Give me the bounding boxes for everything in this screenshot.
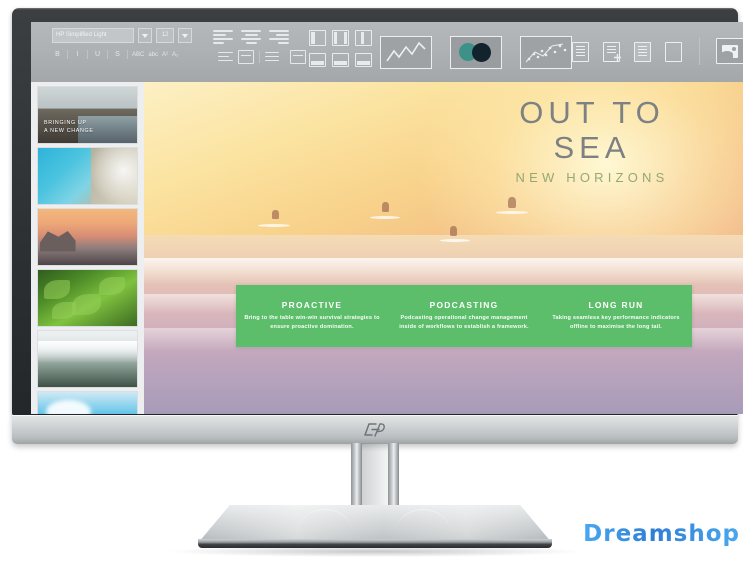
surfboard bbox=[370, 216, 400, 219]
chart-toolbar-group bbox=[380, 36, 572, 69]
font-name-dropdown[interactable] bbox=[138, 28, 153, 43]
wave bbox=[144, 257, 743, 285]
align-center-icon[interactable] bbox=[241, 30, 261, 44]
content-column: PROACTIVE Bring to the table win-win sur… bbox=[242, 300, 382, 332]
list-item[interactable] bbox=[38, 270, 137, 326]
line-chart-glyph bbox=[386, 41, 426, 62]
indent-decrease-icon[interactable] bbox=[213, 51, 233, 64]
list-item[interactable] bbox=[38, 331, 137, 387]
strikethrough-button[interactable]: S bbox=[112, 49, 123, 60]
hp-logo-icon bbox=[362, 422, 388, 438]
scatter-chart-glyph bbox=[525, 43, 567, 63]
slide-subtitle: NEW HORIZONS bbox=[515, 170, 669, 186]
toolbar-divider bbox=[127, 50, 128, 59]
plus-icon bbox=[614, 53, 621, 61]
font-size-input[interactable]: 12 bbox=[156, 28, 175, 43]
toolbar-divider bbox=[107, 50, 108, 59]
surfer-figure bbox=[508, 197, 516, 208]
font-name-input[interactable]: HP Simplified Light bbox=[52, 28, 135, 43]
scatter-chart-icon[interactable] bbox=[520, 36, 572, 69]
surfer-figure bbox=[450, 226, 457, 236]
surfboard bbox=[496, 211, 528, 214]
monitor-chin bbox=[12, 415, 738, 444]
document-blank-icon[interactable] bbox=[664, 41, 683, 62]
drop-shadow bbox=[170, 546, 580, 557]
hp-monitor: HP Simplified Light 12 B I U S ABC abc A… bbox=[0, 0, 750, 581]
slide-canvas[interactable]: OUT TO SEA NEW HORIZONS PROACTIVE Bring … bbox=[144, 82, 743, 414]
subscript-button[interactable]: A₂ bbox=[172, 52, 178, 58]
line-chart-icon[interactable] bbox=[380, 36, 432, 69]
slide-content-banner[interactable]: PROACTIVE Bring to the table win-win sur… bbox=[236, 285, 692, 347]
align-right-icon[interactable] bbox=[269, 30, 289, 44]
align-left-icon[interactable] bbox=[213, 30, 233, 44]
list-item[interactable]: BRINGING UP A NEW CHANGE bbox=[38, 87, 137, 143]
page-title: OUT TO bbox=[519, 95, 665, 130]
image-icon[interactable] bbox=[716, 38, 743, 64]
column-heading: PROACTIVE bbox=[281, 299, 343, 310]
monitor-base bbox=[198, 505, 552, 551]
document-add-icon[interactable] bbox=[602, 41, 621, 62]
surfboard bbox=[258, 224, 290, 227]
column-heading: LONG RUN bbox=[588, 299, 644, 310]
monitor-screen: HP Simplified Light 12 B I U S ABC abc A… bbox=[31, 22, 743, 414]
page-title-second-line: SEA bbox=[553, 129, 631, 165]
document-notes-icon[interactable] bbox=[571, 41, 590, 62]
column-body: Bring to the table win-win survival stra… bbox=[244, 314, 380, 330]
column-body: Podcasting operational change management… bbox=[399, 314, 529, 330]
column-body: Taking seamless key performance indicato… bbox=[552, 314, 680, 330]
toolbar-divider bbox=[87, 50, 88, 59]
font-size-dropdown[interactable] bbox=[178, 28, 192, 43]
thumbnail-caption: BRINGING UP A NEW CHANGE bbox=[44, 120, 94, 135]
app-toolbar: HP Simplified Light 12 B I U S ABC abc A… bbox=[31, 22, 743, 82]
list-item[interactable] bbox=[38, 148, 137, 204]
dark-circle-icon bbox=[472, 43, 491, 62]
spellcheck-button[interactable]: ABC bbox=[132, 52, 144, 58]
presentation-app: HP Simplified Light 12 B I U S ABC abc A… bbox=[31, 22, 743, 414]
spellcheck-off-button[interactable]: abc bbox=[148, 52, 158, 58]
alignment-toolbar-group bbox=[213, 30, 306, 64]
photo-glyph bbox=[722, 44, 738, 58]
list-item[interactable] bbox=[38, 392, 137, 414]
underline-button[interactable]: U bbox=[92, 49, 103, 60]
toolbar-divider bbox=[699, 37, 700, 65]
toolbar-divider bbox=[67, 50, 68, 59]
layout-caption-c-icon[interactable] bbox=[355, 53, 372, 67]
layout-two-icon[interactable] bbox=[332, 30, 349, 46]
content-column: PODCASTING Podcasting operational change… bbox=[394, 300, 534, 332]
slide-title-block[interactable]: OUT TO SEA NEW HORIZONS bbox=[467, 95, 717, 186]
content-column: LONG RUN Taking seamless key performance… bbox=[546, 300, 686, 332]
layout-caption-a-icon[interactable] bbox=[309, 53, 326, 67]
layout-caption-b-icon[interactable] bbox=[332, 53, 349, 67]
layout-toolbar-group bbox=[309, 30, 372, 67]
chevron-down-icon bbox=[182, 33, 188, 38]
italic-button[interactable]: I bbox=[72, 49, 83, 60]
column-heading: PODCASTING bbox=[429, 299, 499, 310]
chevron-down-icon bbox=[142, 33, 149, 38]
document-text-icon[interactable] bbox=[633, 41, 652, 62]
line-spacing-icon[interactable] bbox=[265, 51, 285, 64]
text-box-icon[interactable] bbox=[238, 50, 254, 64]
bold-button[interactable]: B bbox=[52, 49, 63, 60]
surfer-figure bbox=[272, 210, 279, 219]
toolbar-divider bbox=[259, 51, 260, 63]
workspace: BRINGING UP A NEW CHANGE OUT TO SEA NEW … bbox=[31, 82, 743, 414]
layout-three-icon[interactable] bbox=[355, 30, 372, 46]
dreamshop-watermark: Dreamshop bbox=[583, 521, 740, 547]
monitor-bezel: HP Simplified Light 12 B I U S ABC abc A… bbox=[12, 8, 743, 416]
layout-single-icon[interactable] bbox=[309, 30, 326, 46]
indent-increase-icon[interactable] bbox=[290, 50, 306, 64]
font-toolbar-group: HP Simplified Light 12 B I U S ABC abc A… bbox=[52, 28, 192, 60]
circles-icon[interactable] bbox=[450, 36, 502, 69]
surfboard bbox=[440, 239, 470, 242]
slide-thumbnail-panel[interactable]: BRINGING UP A NEW CHANGE bbox=[31, 82, 145, 414]
surfer-figure bbox=[382, 202, 389, 212]
list-item[interactable] bbox=[38, 209, 137, 265]
superscript-button[interactable]: A² bbox=[162, 52, 168, 58]
document-toolbar-group bbox=[571, 37, 743, 65]
monitor-stand-neck bbox=[330, 443, 420, 513]
